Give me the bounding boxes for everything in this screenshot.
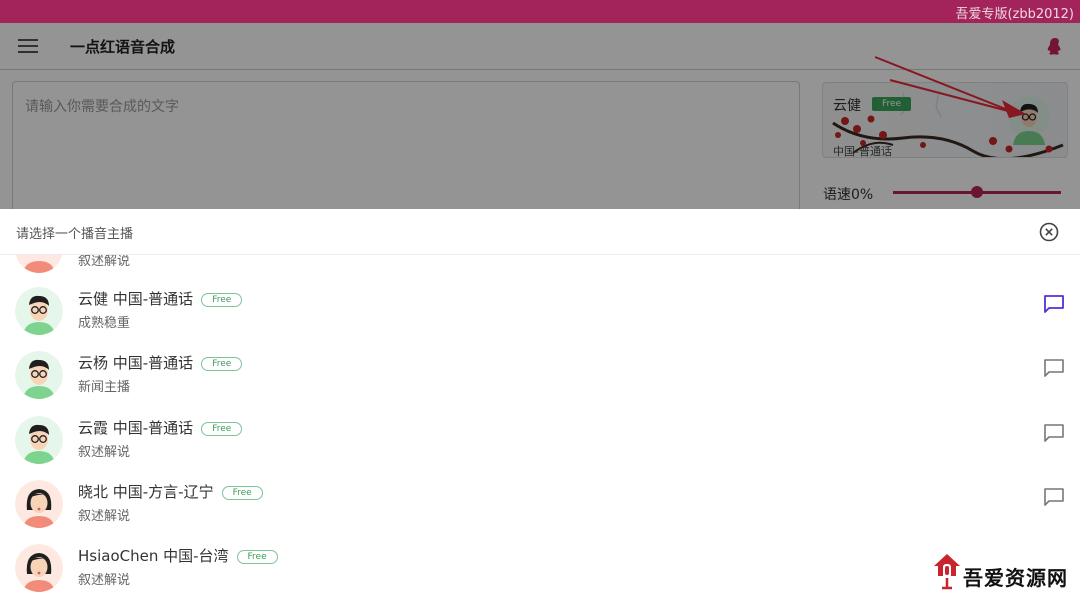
voice-name: HsiaoChen 中国-台湾 Free <box>78 545 278 566</box>
voice-picker-sheet: 请选择一个播音主播 叙述解说 云健 中国-普通话 Free 成熟稳重 云杨 中国… <box>0 209 1080 596</box>
chat-icon[interactable] <box>1043 294 1065 314</box>
watermark-text: 吾爱资源网 <box>963 566 1068 590</box>
female-avatar-icon <box>15 544 63 592</box>
voice-description: 叙述解说 <box>78 573 131 588</box>
voice-name: 晓北 中国-方言-辽宁 Free <box>78 481 263 502</box>
chat-icon[interactable] <box>1043 423 1065 443</box>
male-avatar-icon <box>15 287 63 335</box>
list-item[interactable]: 云健 中国-普通话 Free 成熟稳重 <box>0 281 1080 345</box>
free-tag: Free <box>201 293 243 307</box>
list-item[interactable]: 叙述解说 <box>0 255 1080 283</box>
voice-name: 云霞 中国-普通话 Free <box>78 417 243 438</box>
voice-description: 叙述解说 <box>78 255 131 269</box>
list-item[interactable]: 云霞 中国-普通话 Free 叙述解说 <box>0 410 1080 474</box>
watermark-logo: 吾爱资源网 <box>930 550 1080 596</box>
watermark-emblem-icon <box>934 554 960 590</box>
free-tag: Free <box>221 486 263 500</box>
list-item[interactable]: HsiaoChen 中国-台湾 Free 叙述解说 <box>0 538 1080 596</box>
chat-icon[interactable] <box>1043 487 1065 507</box>
male-avatar-icon <box>15 416 63 464</box>
top-status-bar: 吾爱专版(zbb2012) <box>0 0 1080 23</box>
voice-description: 叙述解说 <box>78 509 131 524</box>
voice-description: 叙述解说 <box>78 445 131 460</box>
voice-description: 成熟稳重 <box>78 316 131 331</box>
sheet-title: 请选择一个播音主播 <box>16 227 134 242</box>
list-item[interactable]: 晓北 中国-方言-辽宁 Free 叙述解说 <box>0 474 1080 538</box>
voice-list: 叙述解说 云健 中国-普通话 Free 成熟稳重 云杨 中国-普通话 Free … <box>0 255 1080 596</box>
male-avatar-icon <box>15 351 63 399</box>
free-tag: Free <box>236 550 278 564</box>
list-item[interactable]: 云杨 中国-普通话 Free 新闻主播 <box>0 345 1080 409</box>
free-tag: Free <box>201 422 243 436</box>
chat-icon[interactable] <box>1043 358 1065 378</box>
close-icon[interactable] <box>1039 222 1059 242</box>
female-avatar-icon <box>15 480 63 528</box>
sheet-header: 请选择一个播音主播 <box>0 209 1080 255</box>
voice-description: 新闻主播 <box>78 380 131 395</box>
female-avatar-icon <box>15 255 63 273</box>
voice-name: 云杨 中国-普通话 Free <box>78 352 243 373</box>
edition-badge: 吾爱专版(zbb2012) <box>955 7 1074 22</box>
modal-overlay[interactable] <box>0 23 1080 209</box>
free-tag: Free <box>201 357 243 371</box>
voice-name: 云健 中国-普通话 Free <box>78 288 243 309</box>
